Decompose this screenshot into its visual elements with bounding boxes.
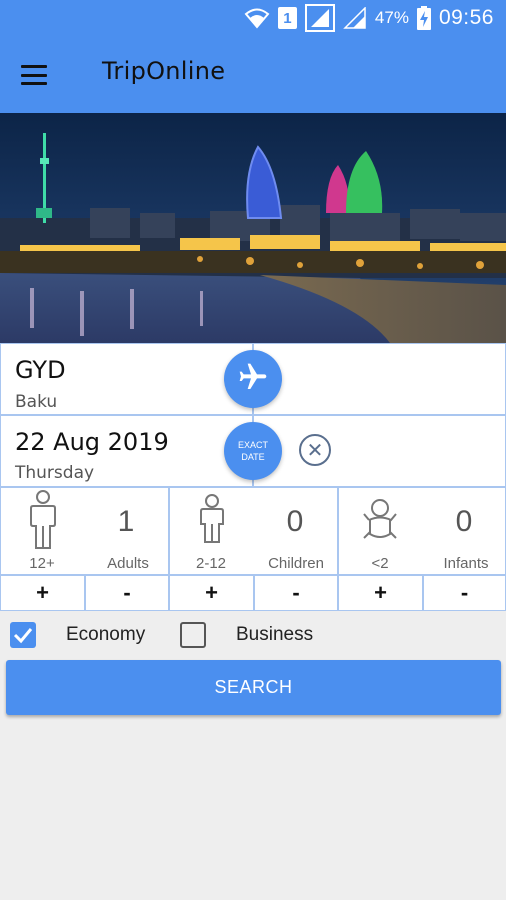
children-increment-button[interactable]: + [169,575,254,611]
clock: 09:56 [438,6,494,29]
swap-route-button[interactable] [224,350,282,408]
battery-percentage: 47% [374,8,409,27]
departure-date: 22 Aug 2019 [15,428,169,456]
adult-icon [27,490,59,554]
child-icon [197,494,227,548]
hero-city-image [0,113,506,343]
business-label[interactable]: Business [236,624,313,646]
app-bar: TripOnline [0,36,506,113]
adults-count: 1 [117,505,135,538]
adults-age-range: 12+ [29,555,55,572]
sim-icon: 1 [277,7,297,29]
menu-icon[interactable] [21,65,47,85]
infants-label: Infants [443,555,489,572]
status-bar: 1 47% 09:56 [0,0,506,36]
signal-icon-sim2 [343,7,367,29]
checkmark-icon [13,628,33,644]
origin-field[interactable]: GYD Baku [0,343,253,415]
children-age-range: 2-12 [195,555,227,572]
app-title: TripOnline [102,57,226,85]
exact-date-label-line2: DATE [241,452,265,462]
economy-checkbox[interactable] [10,622,36,648]
infants-decrement-button[interactable]: - [423,575,506,611]
children-count: 0 [286,505,304,538]
infant-icon [362,498,398,544]
adults-decrement-button[interactable]: - [85,575,169,611]
infants-age-range: <2 [371,555,389,572]
exact-date-button[interactable]: EXACT DATE [224,422,282,480]
infants-count: 0 [455,505,473,538]
exact-date-label-line1: EXACT [237,440,268,450]
search-button[interactable]: SEARCH [6,660,501,715]
clear-return-date-icon[interactable]: ✕ [299,434,331,466]
airplane-icon [237,361,269,397]
battery-charging-icon [416,6,431,30]
children-label: Children [268,555,324,572]
adults-label: Adults [107,555,149,572]
origin-city: Baku [15,392,58,412]
signal-icon-sim1 [304,4,335,32]
economy-label[interactable]: Economy [66,624,145,646]
infants-increment-button[interactable]: + [338,575,423,611]
adults-increment-button[interactable]: + [0,575,85,611]
origin-airport-code: GYD [15,356,66,384]
wifi-icon [244,7,270,29]
destination-field[interactable] [253,343,506,415]
business-checkbox[interactable] [180,622,206,648]
departure-date-field[interactable]: 22 Aug 2019 Thursday [0,415,253,487]
departure-weekday: Thursday [15,463,95,483]
return-date-field[interactable] [253,415,506,487]
children-decrement-button[interactable]: - [254,575,338,611]
